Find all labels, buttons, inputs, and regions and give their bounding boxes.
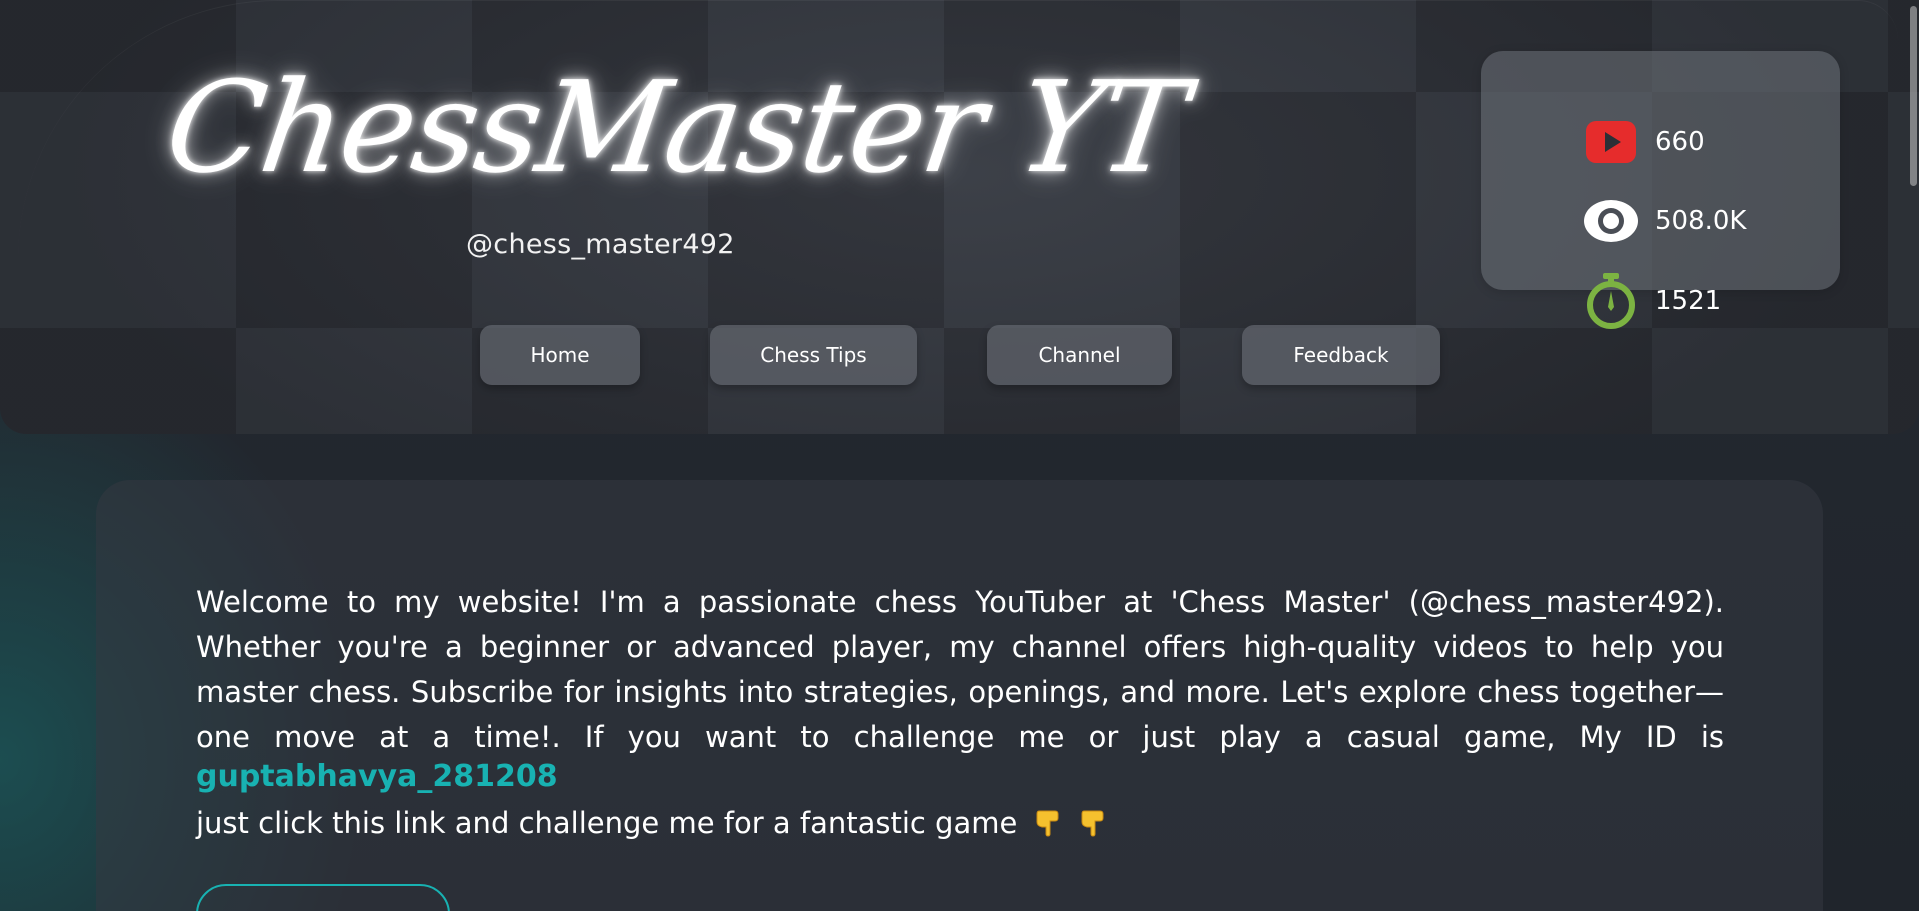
view-count: 508.0K bbox=[1655, 206, 1747, 236]
eye-icon bbox=[1583, 195, 1639, 247]
stat-watch-time: 1521 bbox=[1583, 273, 1722, 329]
pointing-down-hand-icon bbox=[1033, 807, 1063, 837]
channel-handle: @chess_master492 bbox=[466, 229, 735, 260]
youtube-icon bbox=[1583, 116, 1639, 168]
challenge-line: just click this link and challenge me fo… bbox=[196, 806, 1108, 840]
nav-feedback-button[interactable]: Feedback bbox=[1242, 325, 1440, 385]
watch-time-count: 1521 bbox=[1655, 286, 1722, 316]
nav-channel-button[interactable]: Channel bbox=[987, 325, 1172, 385]
pointing-down-hand-icon bbox=[1078, 807, 1108, 837]
chess-id-link[interactable]: guptabhavya_281208 bbox=[196, 759, 558, 794]
stopwatch-icon bbox=[1583, 273, 1639, 329]
nav-home-button[interactable]: Home bbox=[480, 325, 640, 385]
nav-chess-tips-button[interactable]: Chess Tips bbox=[710, 325, 917, 385]
subscriber-count: 660 bbox=[1655, 127, 1705, 157]
page-scrollbar[interactable] bbox=[1908, 0, 1919, 911]
scrollbar-thumb[interactable] bbox=[1910, 6, 1917, 186]
channel-stats-card: 660 508.0K 1521 bbox=[1481, 51, 1840, 329]
stat-views: 508.0K bbox=[1583, 195, 1746, 247]
brand-logo-title: ChessMaster YT bbox=[157, 54, 1194, 201]
challenge-button[interactable] bbox=[196, 884, 450, 911]
intro-paragraph: Welcome to my website! I'm a passionate … bbox=[196, 585, 1724, 754]
challenge-text: just click this link and challenge me fo… bbox=[196, 806, 1018, 840]
stat-subscribers: 660 bbox=[1583, 116, 1705, 168]
